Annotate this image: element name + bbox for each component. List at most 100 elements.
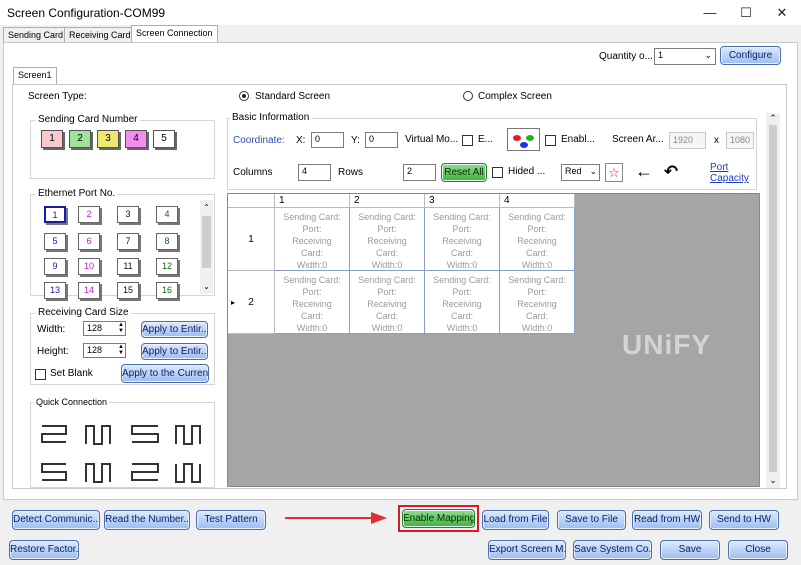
- grid-corner: [228, 194, 275, 208]
- tab-receiving-card[interactable]: Receiving Card: [64, 27, 136, 42]
- ethernet-port-2[interactable]: 2: [78, 206, 100, 223]
- close-button[interactable]: Close: [728, 540, 788, 560]
- grid-column-header[interactable]: 2: [350, 194, 425, 208]
- star-icon[interactable]: ☆: [605, 163, 623, 182]
- panel-scrollbar[interactable]: ⌃ ⌄: [766, 113, 780, 488]
- restore-factory-button[interactable]: Restore Factor...: [9, 540, 79, 560]
- virtual-mode-label: Virtual Mo...: [405, 134, 459, 145]
- grid-cell[interactable]: Sending Card: Port: Receiving Card: Widt…: [500, 271, 575, 334]
- ethernet-port-14[interactable]: 14: [78, 282, 100, 299]
- ethernet-port-15[interactable]: 15: [117, 282, 139, 299]
- ethernet-port-1[interactable]: 1: [44, 206, 66, 223]
- chevron-down-icon: ⌄: [704, 50, 712, 60]
- width-input[interactable]: 128 ▲ ▼: [83, 321, 126, 336]
- minimize-button[interactable]: —: [692, 0, 728, 25]
- grid-cell[interactable]: Sending Card: Port: Receiving Card: Widt…: [350, 271, 425, 334]
- basic-info-label: Basic Information: [230, 112, 312, 123]
- quick-connection-patterns[interactable]: [38, 420, 208, 490]
- grid-column-header[interactable]: 1: [275, 194, 350, 208]
- reset-all-button[interactable]: Reset All: [441, 163, 487, 182]
- y-input[interactable]: 0: [365, 132, 398, 148]
- ethernet-port-5[interactable]: 5: [44, 233, 66, 250]
- grid-row-header[interactable]: 1: [228, 208, 275, 271]
- sending-card-1[interactable]: 1: [41, 130, 63, 148]
- sending-card-5[interactable]: 5: [153, 130, 175, 148]
- test-pattern-button[interactable]: Test Pattern: [196, 510, 266, 530]
- ethernet-port-3[interactable]: 3: [117, 206, 139, 223]
- grid-cell[interactable]: Sending Card: Port: Receiving Card: Widt…: [500, 208, 575, 271]
- grid-row-number: 2: [248, 297, 254, 308]
- height-input[interactable]: 128 ▲ ▼: [83, 343, 126, 358]
- arrow-left-icon[interactable]: ←: [632, 162, 656, 183]
- hided-checkbox[interactable]: [492, 167, 503, 178]
- ethernet-port-10[interactable]: 10: [78, 258, 100, 275]
- grid-cell[interactable]: Sending Card: Port: Receiving Card: Widt…: [425, 271, 500, 334]
- sending-card-2[interactable]: 2: [69, 130, 91, 148]
- grid-cell[interactable]: Sending Card: Port: Receiving Card: Widt…: [425, 208, 500, 271]
- read-number-button[interactable]: Read the Number...: [104, 510, 190, 530]
- save-system-config-button[interactable]: Save System Co...: [573, 540, 652, 560]
- x-input[interactable]: 0: [311, 132, 344, 148]
- undo-icon[interactable]: ↶: [659, 162, 683, 183]
- configure-button[interactable]: Configure: [720, 46, 781, 65]
- enable-checkbox[interactable]: [545, 135, 556, 146]
- grid-cell[interactable]: Sending Card: Port: Receiving Card: Widt…: [275, 271, 350, 334]
- columns-input[interactable]: 4: [298, 164, 331, 181]
- tab-sending-card[interactable]: Sending Card: [3, 27, 69, 42]
- complex-screen-radio[interactable]: [463, 91, 473, 101]
- columns-label: Columns: [233, 167, 273, 178]
- grid-cell[interactable]: Sending Card: Port: Receiving Card: Widt…: [350, 208, 425, 271]
- set-blank-checkbox[interactable]: [35, 369, 46, 380]
- ethernet-port-11[interactable]: 11: [117, 258, 139, 275]
- scrollbar-thumb[interactable]: [769, 125, 777, 472]
- apply-width-button[interactable]: Apply to Entir...: [141, 321, 208, 338]
- export-screen-button[interactable]: Export Screen M...: [488, 540, 566, 560]
- enable-mapping-button[interactable]: Enable Mapping: [402, 509, 475, 528]
- red-arrow-icon: [285, 512, 387, 524]
- ethernet-port-12[interactable]: 12: [156, 258, 178, 275]
- save-button[interactable]: Save: [660, 540, 720, 560]
- read-from-hw-button[interactable]: Read from HW: [632, 510, 702, 530]
- ethernet-port-6[interactable]: 6: [78, 233, 100, 250]
- port-capacity-link-line2[interactable]: Capacity: [710, 173, 749, 184]
- rows-input[interactable]: 2: [403, 164, 436, 181]
- ethernet-port-9[interactable]: 9: [44, 258, 66, 275]
- virtual-mode-checkbox[interactable]: [462, 135, 473, 146]
- sending-card-4[interactable]: 4: [125, 130, 147, 148]
- sending-card-3[interactable]: 3: [97, 130, 119, 148]
- tab-screen1[interactable]: Screen1: [13, 67, 57, 84]
- load-from-file-button[interactable]: Load from File: [482, 510, 549, 530]
- port-capacity-link-line1[interactable]: Port: [710, 162, 728, 173]
- ethernet-port-8[interactable]: 8: [156, 233, 178, 250]
- standard-screen-radio[interactable]: [239, 91, 249, 101]
- chevron-up-icon: ⌃: [203, 203, 210, 212]
- grid-row-header[interactable]: 2 ▸: [228, 271, 275, 334]
- zigzag-pattern-icon: [175, 425, 201, 445]
- screen-area-label: Screen Ar...: [612, 134, 664, 145]
- apply-current-button[interactable]: Apply to the Curren...: [121, 364, 209, 383]
- color-pattern-icon[interactable]: [507, 128, 540, 151]
- close-window-button[interactable]: ✕: [764, 0, 800, 25]
- tab-screen-connection[interactable]: Screen Connection: [131, 25, 218, 43]
- ethernet-port-13[interactable]: 13: [44, 282, 66, 299]
- ethernet-port-7[interactable]: 7: [117, 233, 139, 250]
- spinner-icon[interactable]: ▲ ▼: [118, 322, 124, 334]
- ethernet-port-16[interactable]: 16: [156, 282, 178, 299]
- grid-column-header[interactable]: 3: [425, 194, 500, 208]
- quantity-select[interactable]: 1 ⌄: [654, 48, 716, 65]
- scrollbar-thumb[interactable]: [202, 216, 211, 268]
- ethernet-port-4[interactable]: 4: [156, 206, 178, 223]
- height-value: 128: [87, 345, 103, 355]
- apply-height-button[interactable]: Apply to Entir...: [141, 343, 208, 360]
- quantity-label: Quantity o...: [599, 51, 653, 62]
- complex-screen-label: Complex Screen: [478, 91, 552, 102]
- send-to-hw-button[interactable]: Send to HW: [709, 510, 779, 530]
- save-to-file-button[interactable]: Save to File: [557, 510, 626, 530]
- grid-cell[interactable]: Sending Card: Port: Receiving Card: Widt…: [275, 208, 350, 271]
- spinner-icon[interactable]: ▲ ▼: [118, 344, 124, 356]
- grid-column-header[interactable]: 4: [500, 194, 575, 208]
- color-select[interactable]: Red ⌄: [561, 164, 600, 181]
- maximize-button[interactable]: ☐: [728, 0, 764, 25]
- ethernet-scrollbar[interactable]: ⌃ ⌄: [200, 200, 213, 294]
- detect-communication-button[interactable]: Detect Communic...: [12, 510, 100, 530]
